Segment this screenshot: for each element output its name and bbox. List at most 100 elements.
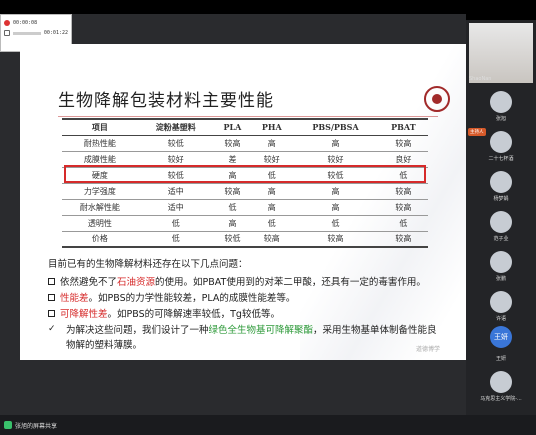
table-cell: 耐热性能 (62, 135, 138, 152)
title-divider (58, 116, 438, 117)
hardness-row-highlight (64, 165, 426, 183)
table-header: PBAT (378, 118, 428, 136)
table-row: 耐热性能 较低 较高 高 高 较高 (62, 135, 428, 152)
slide-footer-watermark: 道德博学 (416, 346, 441, 353)
table-header: PBS/PBSA (292, 118, 379, 136)
check-item: ✓ 为解决这些问题，我们设计了一种 绿色全生物基可降解聚酯 ，采用生物基单体制备… (48, 322, 437, 336)
avatar (490, 210, 512, 233)
table-cell: 耐水解性能 (62, 199, 138, 216)
table-row: 价格 低 较低 较高 较高 较高 (62, 231, 428, 248)
participant-tile[interactable]: 王妍 (466, 348, 536, 366)
pause-icon[interactable] (4, 30, 10, 36)
table-cell: 较高 (251, 231, 293, 248)
recording-status: 00:00:08 (4, 17, 37, 28)
table-cell: 较高 (378, 199, 428, 216)
table-header: PLA (213, 118, 252, 136)
checkmark-icon: ✓ (48, 324, 56, 334)
table-cell: 低 (137, 215, 214, 232)
recording-controls: 00:01:22 (4, 29, 68, 37)
avatar (490, 290, 512, 313)
participant-name: 马克思主义学院-... (480, 395, 522, 402)
table-header: 淀粉基塑料 (137, 118, 214, 136)
screen-share-indicator[interactable]: 张旭的屏幕共享 (4, 421, 57, 430)
table-cell: 较高 (213, 135, 252, 152)
table-header: 项目 (62, 118, 138, 136)
screen-share-icon (4, 421, 12, 429)
participant-name: ShaoNan (469, 76, 492, 82)
bullet-item: 可降解性差 。如PBS的可降解速率较低，Tg较低等。 (48, 306, 280, 320)
participant-name: 许语 (495, 315, 506, 322)
table-cell: 适中 (137, 199, 214, 216)
avatar (490, 90, 512, 113)
participant-tile[interactable]: ShaoNan (466, 20, 536, 86)
progress-bar[interactable] (13, 31, 41, 35)
slide-title: 生物降解包装材料主要性能 (58, 91, 274, 111)
time-total: 00:01:22 (43, 30, 68, 36)
table-row: 透明性 低 高 低 低 低 (62, 215, 428, 232)
participant-tile[interactable]: 许语 (466, 286, 536, 326)
square-bullet-icon (48, 277, 55, 285)
table-header-row: 项目 淀粉基塑料 PLA PHA PBS/PBSA PBAT (62, 118, 428, 136)
participant-tile[interactable]: 马克思主义学院-... (466, 366, 536, 406)
bullet-item: 依然避免不了 石油资源 的使用。如PBAT使用到的对苯二甲酸，还具有一定的毒害作… (48, 274, 426, 288)
square-bullet-icon (48, 293, 55, 301)
screen-share-area (0, 360, 466, 415)
host-badge: 主持人 (468, 128, 486, 136)
properties-table: 项目 淀粉基塑料 PLA PHA PBS/PBSA PBAT 耐热性能 较低 较… (62, 118, 428, 248)
avatar (490, 250, 512, 273)
table-cell: 较低 (213, 231, 252, 248)
university-logo-icon (424, 86, 450, 112)
table-cell: 力学强度 (62, 183, 138, 200)
table-cell: 高 (251, 135, 293, 152)
bullet-text: 依然避免不了 (60, 277, 118, 288)
initials-avatar: 王妍 (490, 326, 512, 348)
table-cell: 较高 (378, 183, 428, 200)
table-cell: 高 (213, 215, 252, 232)
bullet-text: 的使用。如PBAT使用到的对苯二甲酸，还具有一定的毒害作用。 (155, 277, 426, 288)
bullet-emphasis: 可降解性差 (60, 309, 108, 320)
participant-tile[interactable]: 范子业 (466, 206, 536, 246)
table-cell: 低 (251, 215, 293, 232)
participant-tile[interactable]: 主持人 二十七杯酒 (466, 126, 536, 166)
check-text: ，采用生物基单体制备性能良 (313, 325, 437, 336)
participant-panel[interactable]: ShaoNan 张旭 主持人 二十七杯酒 杨梦娟 范子业 张鹏 许语 王妍 王妍… (466, 20, 536, 415)
table-cell: 低 (292, 215, 379, 232)
bottom-bar: 张旭的屏幕共享 (0, 415, 536, 435)
participant-tile[interactable]: 王妍 (466, 326, 536, 348)
avatar (490, 370, 512, 393)
table-cell: 透明性 (62, 215, 138, 232)
table-cell: 高 (251, 199, 293, 216)
shared-slide: 生物降解包装材料主要性能 项目 淀粉基塑料 PLA PHA PBS/PBSA P… (20, 44, 466, 360)
square-bullet-icon (48, 309, 55, 317)
participant-tile[interactable]: 张鹏 (466, 246, 536, 286)
participant-name: 张旭 (495, 115, 506, 122)
table-cell: 低 (378, 215, 428, 232)
check-emphasis: 绿色全生物基可降解聚酯 (208, 325, 314, 336)
check-item-continued: 物解的塑料薄膜。 (66, 340, 143, 351)
bullet-text: 。如PBS的力学性能较差，PLA的成膜性能差等。 (88, 293, 296, 304)
participant-tile[interactable]: 杨梦娟 (466, 166, 536, 206)
table-cell: 较低 (137, 135, 214, 152)
table-cell: 高 (292, 183, 379, 200)
table-cell: 高 (292, 135, 379, 152)
bullet-text: 。如PBS的可降解速率较低，Tg较低等。 (107, 309, 280, 320)
participant-name: 范子业 (493, 235, 509, 242)
avatar (490, 170, 512, 193)
meeting-window: 00:00:08 00:01:22 生物降解包装材料主要性能 项目 淀粉基塑料 … (0, 0, 536, 435)
table-cell: 较高 (213, 183, 252, 200)
avatar (490, 130, 512, 153)
table-cell: 价格 (62, 231, 138, 248)
participant-tile[interactable]: 张旭 (466, 86, 536, 126)
participant-video (469, 23, 533, 83)
participant-name: 二十七杯酒 (488, 155, 514, 162)
participant-name: 杨梦娟 (493, 195, 509, 202)
record-dot-icon (4, 19, 10, 26)
table-cell: 适中 (137, 183, 214, 200)
table-row: 力学强度 适中 较高 高 高 较高 (62, 183, 428, 200)
table-cell: 高 (251, 183, 293, 200)
participant-name: 王妍 (495, 355, 506, 362)
bullet-emphasis: 石油资源 (117, 277, 156, 288)
screen-share-label: 张旭的屏幕共享 (15, 422, 58, 430)
table-cell: 较高 (292, 231, 379, 248)
top-bar (0, 0, 536, 14)
